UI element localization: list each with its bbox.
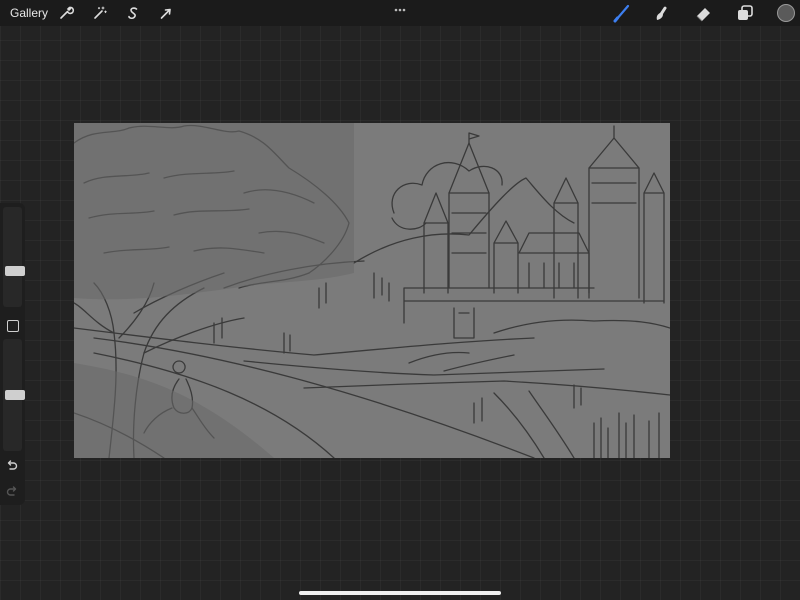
- smudge-icon[interactable]: [652, 3, 672, 23]
- eraser-icon[interactable]: [694, 3, 714, 23]
- brush-icon[interactable]: [612, 3, 632, 23]
- arrow-cursor-icon[interactable]: [157, 4, 175, 22]
- redo-icon[interactable]: [5, 485, 19, 499]
- side-toolbar: [0, 203, 25, 505]
- brush-size-thumb[interactable]: [5, 266, 25, 276]
- wrench-icon[interactable]: [57, 4, 75, 22]
- brush-size-slider[interactable]: [3, 207, 25, 307]
- top-toolbar: Gallery: [0, 0, 800, 26]
- home-indicator[interactable]: [299, 591, 501, 595]
- undo-icon[interactable]: [5, 459, 19, 473]
- castle-landscape-sketch: [74, 123, 670, 458]
- gallery-button[interactable]: Gallery: [10, 6, 48, 20]
- opacity-slider[interactable]: [3, 339, 25, 451]
- opacity-thumb[interactable]: [5, 390, 25, 400]
- layers-icon[interactable]: [735, 3, 755, 23]
- drawing-canvas[interactable]: [74, 123, 670, 458]
- color-swatch[interactable]: [777, 4, 795, 22]
- modify-button[interactable]: [7, 320, 19, 332]
- magic-wand-icon[interactable]: [91, 4, 109, 22]
- ellipsis-icon[interactable]: [391, 2, 409, 12]
- selection-s-icon[interactable]: [124, 4, 142, 22]
